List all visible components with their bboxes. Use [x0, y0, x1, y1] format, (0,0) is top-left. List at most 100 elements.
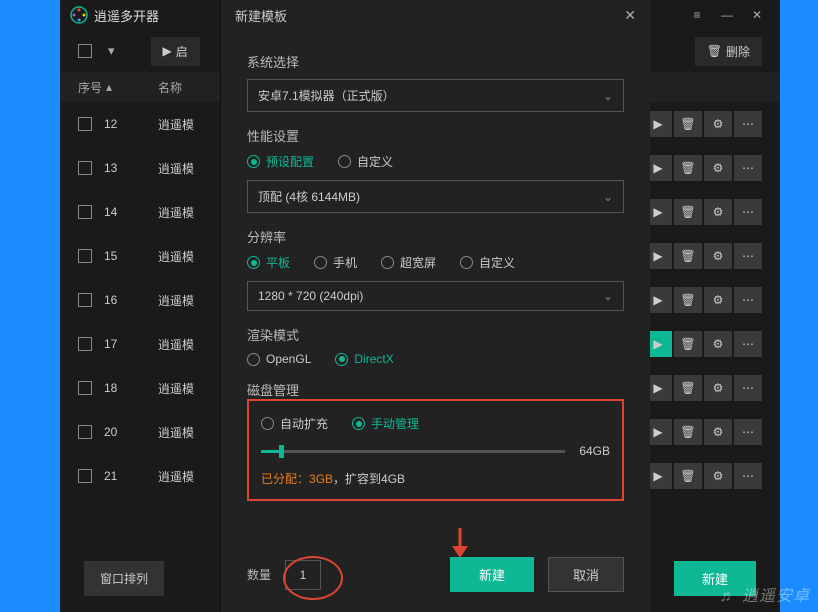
render-radio-group: OpenGL DirectX — [247, 352, 624, 366]
gear-icon[interactable]: ⚙ — [704, 331, 732, 357]
row-checkbox[interactable] — [78, 249, 92, 263]
delete-button[interactable]: 🗑 删除 — [695, 37, 762, 66]
res-phone-radio[interactable]: 手机 — [314, 254, 357, 271]
gear-icon[interactable]: ⚙ — [704, 375, 732, 401]
row-checkbox[interactable] — [78, 425, 92, 439]
dialog-titlebar: 新建模板 ✕ — [221, 0, 650, 30]
disk-highlight-box: 自动扩充 手动管理 64GB 已分配：3GB，扩容到4GB — [247, 399, 624, 501]
trash-icon[interactable]: 🗑 — [674, 419, 702, 445]
gear-icon[interactable]: ⚙ — [704, 243, 732, 269]
row-checkbox[interactable] — [78, 205, 92, 219]
row-checkbox[interactable] — [78, 381, 92, 395]
disk-manual-radio[interactable]: 手动管理 — [352, 415, 419, 432]
trash-icon[interactable]: 🗑 — [674, 111, 702, 137]
trash-icon[interactable]: 🗑 — [674, 155, 702, 181]
gear-icon[interactable]: ⚙ — [704, 287, 732, 313]
perf-select[interactable]: 顶配 (4核 6144MB) ⌄ — [247, 180, 624, 213]
render-opengl-radio[interactable]: OpenGL — [247, 352, 311, 366]
res-select[interactable]: 1280 * 720 (240dpi) ⌄ — [247, 281, 624, 311]
menu-icon[interactable]: ≡ — [684, 4, 710, 26]
more-icon[interactable]: ⋯ — [734, 111, 762, 137]
res-wide-radio[interactable]: 超宽屏 — [381, 254, 436, 271]
row-seq: 14 — [104, 205, 117, 219]
select-all-checkbox[interactable] — [78, 44, 92, 58]
disk-label: 磁盘管理 — [247, 380, 624, 399]
trash-icon: 🗑 — [707, 44, 722, 58]
start-button[interactable]: ▶ 启 — [151, 37, 200, 66]
row-checkbox[interactable] — [78, 293, 92, 307]
slider-thumb[interactable] — [279, 445, 284, 458]
dialog-close-icon[interactable]: ✕ — [624, 7, 636, 24]
dialog-footer: 数量 新建 取消 — [247, 557, 624, 592]
arrange-windows-button[interactable]: 窗口排列 — [84, 561, 164, 596]
res-label: 分辨率 — [247, 227, 624, 246]
res-custom-radio[interactable]: 自定义 — [460, 254, 515, 271]
trash-icon[interactable]: 🗑 — [674, 243, 702, 269]
row-seq: 16 — [104, 293, 117, 307]
render-directx-radio[interactable]: DirectX — [335, 352, 393, 366]
res-tablet-radio[interactable]: 平板 — [247, 254, 290, 271]
disk-radio-group: 自动扩充 手动管理 — [261, 415, 610, 432]
slider-track[interactable] — [261, 450, 565, 453]
gear-icon[interactable]: ⚙ — [704, 111, 732, 137]
chevron-down-icon: ⌄ — [603, 190, 613, 204]
more-icon[interactable]: ⋯ — [734, 375, 762, 401]
trash-icon[interactable]: 🗑 — [674, 463, 702, 489]
disk-auto-radio[interactable]: 自动扩充 — [261, 415, 328, 432]
system-select-label: 系统选择 — [247, 52, 624, 71]
row-checkbox[interactable] — [78, 337, 92, 351]
trash-icon[interactable]: 🗑 — [674, 199, 702, 225]
window-controls: ≡ — ✕ — [684, 4, 770, 26]
dialog-body: 系统选择 安卓7.1模拟器（正式版） ⌄ 性能设置 预设配置 自定义 顶配 (4… — [221, 30, 650, 509]
gear-icon[interactable]: ⚙ — [704, 463, 732, 489]
perf-preset-radio[interactable]: 预设配置 — [247, 153, 314, 170]
quantity-label: 数量 — [247, 566, 271, 583]
close-icon[interactable]: ✕ — [744, 4, 770, 26]
more-icon[interactable]: ⋯ — [734, 199, 762, 225]
row-seq: 20 — [104, 425, 117, 439]
trash-icon[interactable]: 🗑 — [674, 287, 702, 313]
allocation-text: 已分配：3GB，扩容到4GB — [261, 470, 610, 487]
render-label: 渲染模式 — [247, 325, 624, 344]
minimize-icon[interactable]: — — [714, 4, 740, 26]
res-radio-group: 平板 手机 超宽屏 自定义 — [247, 254, 624, 271]
more-icon[interactable]: ⋯ — [734, 155, 762, 181]
dialog-create-button[interactable]: 新建 — [450, 557, 534, 592]
system-select[interactable]: 安卓7.1模拟器（正式版） ⌄ — [247, 79, 624, 112]
row-seq: 18 — [104, 381, 117, 395]
row-seq: 15 — [104, 249, 117, 263]
app-logo-icon — [70, 6, 88, 24]
slider-max-label: 64GB — [579, 444, 610, 458]
watermark: ♬ 逍遥安卓 — [720, 582, 810, 606]
gear-icon[interactable]: ⚙ — [704, 419, 732, 445]
more-icon[interactable]: ⋯ — [734, 463, 762, 489]
row-checkbox[interactable] — [78, 117, 92, 131]
more-icon[interactable]: ⋯ — [734, 287, 762, 313]
row-checkbox[interactable] — [78, 469, 92, 483]
filter-icon[interactable]: ▾ — [108, 43, 115, 59]
row-seq: 12 — [104, 117, 117, 131]
row-seq: 21 — [104, 469, 117, 483]
disk-slider[interactable]: 64GB — [261, 444, 610, 458]
perf-label: 性能设置 — [247, 126, 624, 145]
perf-radio-group: 预设配置 自定义 — [247, 153, 624, 170]
more-icon[interactable]: ⋯ — [734, 331, 762, 357]
gear-icon[interactable]: ⚙ — [704, 199, 732, 225]
trash-icon[interactable]: 🗑 — [674, 331, 702, 357]
row-checkbox[interactable] — [78, 161, 92, 175]
sort-icon: ▴ — [106, 80, 112, 94]
col-seq-header[interactable]: 序号 ▴ — [78, 79, 128, 96]
trash-icon[interactable]: 🗑 — [674, 375, 702, 401]
dialog-title: 新建模板 — [235, 6, 287, 25]
chevron-down-icon: ⌄ — [603, 289, 613, 303]
dialog-cancel-button[interactable]: 取消 — [548, 557, 624, 592]
perf-custom-radio[interactable]: 自定义 — [338, 153, 393, 170]
slider-fill — [261, 450, 279, 453]
gear-icon[interactable]: ⚙ — [704, 155, 732, 181]
more-icon[interactable]: ⋯ — [734, 243, 762, 269]
row-seq: 17 — [104, 337, 117, 351]
row-seq: 13 — [104, 161, 117, 175]
new-template-dialog: 新建模板 ✕ 系统选择 安卓7.1模拟器（正式版） ⌄ 性能设置 预设配置 自定… — [220, 0, 650, 612]
quantity-input[interactable] — [285, 560, 321, 590]
more-icon[interactable]: ⋯ — [734, 419, 762, 445]
